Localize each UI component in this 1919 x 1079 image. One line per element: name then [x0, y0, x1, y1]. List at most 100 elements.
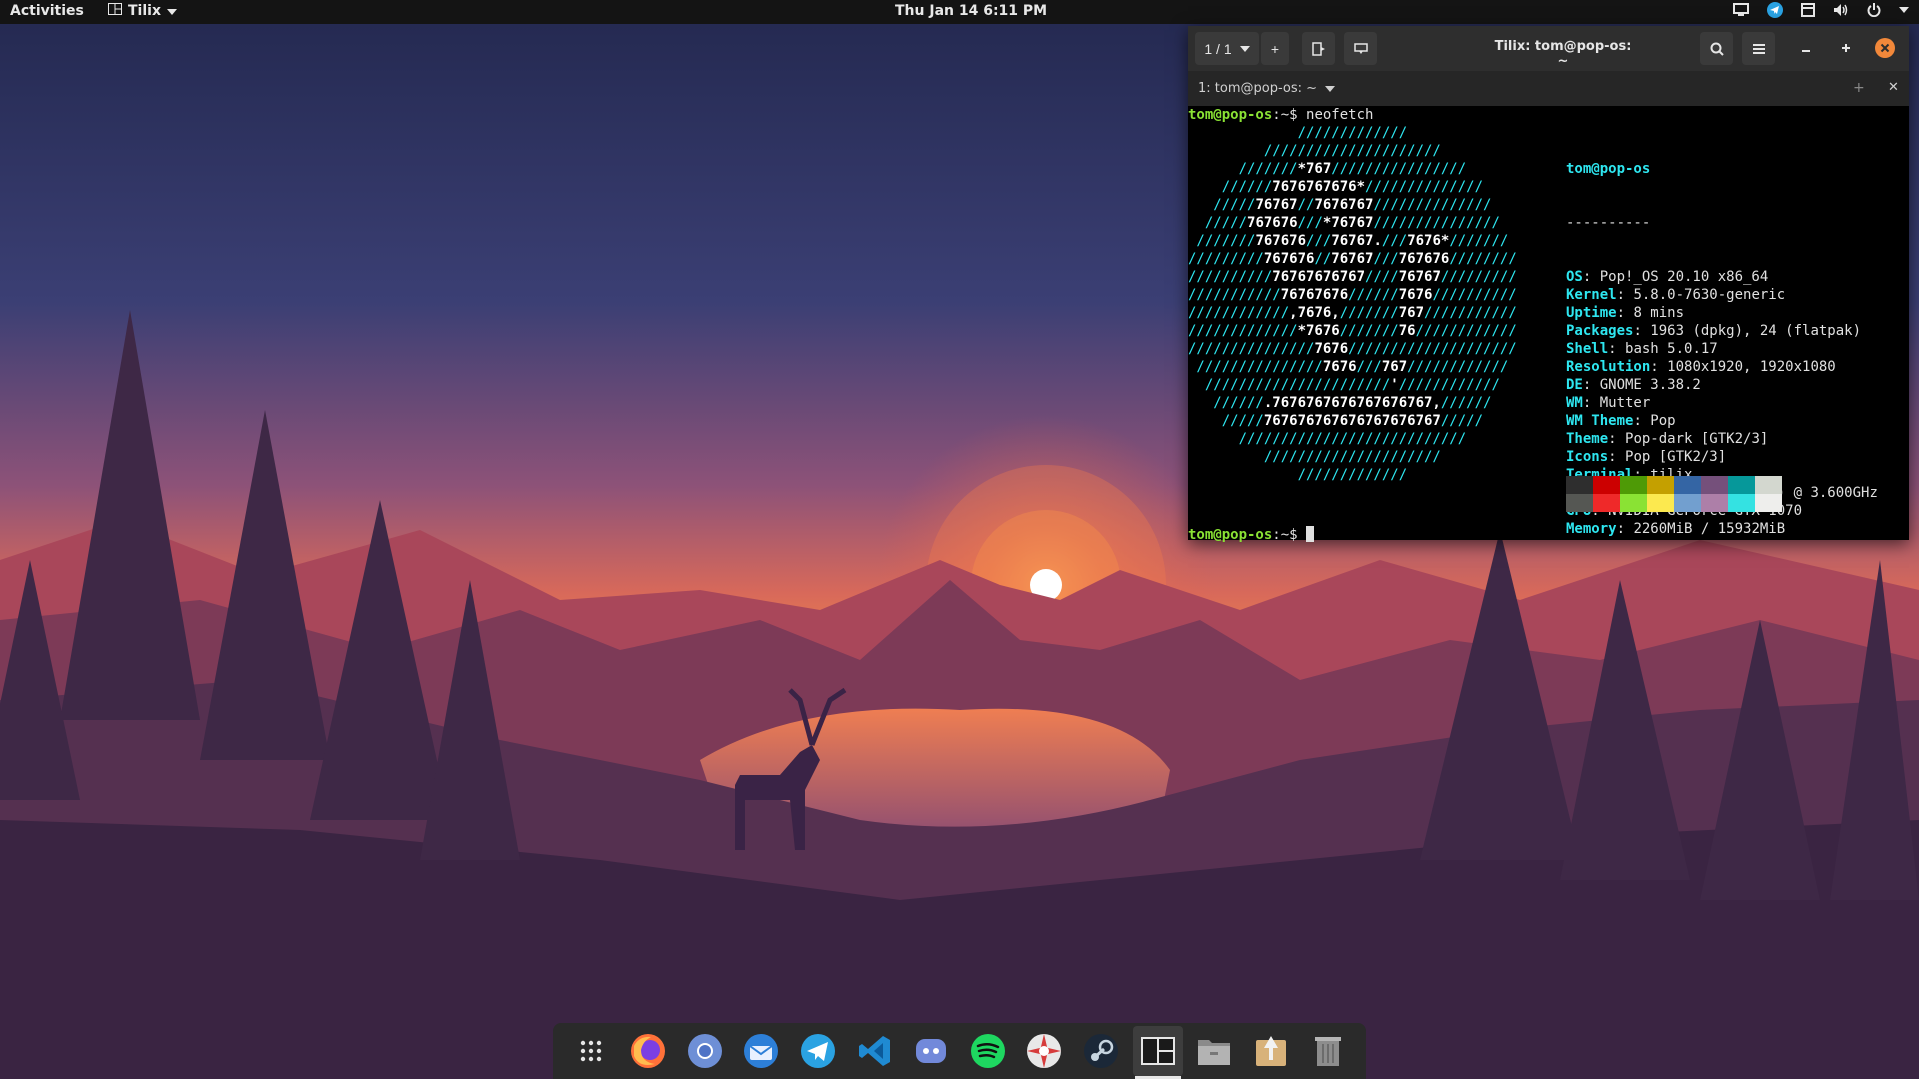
- info-key: Shell: [1566, 341, 1609, 357]
- search-button[interactable]: [1700, 32, 1733, 65]
- logo-line: ///////////76767676//////7676//////////: [1188, 287, 1517, 303]
- info-line: Kernel: 5.8.0-7630-generic: [1566, 287, 1786, 303]
- split-down-button[interactable]: [1344, 32, 1377, 65]
- dock-item-installer[interactable]: [1246, 1026, 1296, 1076]
- activities-button[interactable]: Activities: [10, 3, 84, 19]
- dock-item-thunderbird[interactable]: [736, 1026, 786, 1076]
- discord-icon: [912, 1032, 950, 1070]
- app-menu[interactable]: Tilix: [108, 3, 177, 19]
- info-key: Kernel: [1566, 287, 1617, 303]
- info-line: Packages: 1963 (dpkg), 24 (flatpak): [1566, 323, 1862, 339]
- info-value: GNOME 3.38.2: [1599, 377, 1701, 393]
- telegram-icon: [799, 1032, 837, 1070]
- window-title: Tilix: tom@pop-os: ~: [1494, 39, 1632, 69]
- minimize-button[interactable]: [1797, 39, 1815, 62]
- dock-item-tilix[interactable]: [1132, 1026, 1183, 1079]
- search-icon: [1710, 42, 1724, 56]
- info-value: bash 5.0.17: [1625, 341, 1718, 357]
- volume-icon[interactable]: [1833, 3, 1849, 17]
- logo-line: /////////////: [1188, 125, 1408, 141]
- chevron-down-icon[interactable]: [1899, 7, 1909, 13]
- dock-item-files[interactable]: [1189, 1026, 1239, 1076]
- logo-line: /////76767//7676767//////////////: [1188, 197, 1492, 213]
- prompt-separator: :~$: [1272, 107, 1298, 123]
- info-value: Pop: [1650, 413, 1676, 429]
- palette-swatch: [1620, 476, 1647, 494]
- logo-line: /////////////: [1188, 467, 1408, 483]
- dock-item-vscode[interactable]: [850, 1026, 900, 1076]
- logo-line: ///////////////7676///767////////////: [1188, 359, 1509, 375]
- info-line: Uptime: 8 mins: [1566, 305, 1685, 321]
- dock-item-chromium[interactable]: [680, 1026, 730, 1076]
- info-key: Resolution: [1566, 359, 1651, 375]
- split-right-button[interactable]: [1302, 32, 1335, 65]
- menu-button[interactable]: [1742, 32, 1775, 65]
- dock-item-lutris[interactable]: [1019, 1026, 1069, 1076]
- split-right-icon: [1311, 41, 1325, 56]
- info-key: Uptime: [1566, 305, 1617, 321]
- close-terminal-icon[interactable]: ✕: [1888, 80, 1899, 95]
- thunderbird-icon: [742, 1032, 780, 1070]
- maximize-terminal-icon[interactable]: +: [1853, 80, 1865, 96]
- tilix-icon: [1140, 1037, 1175, 1065]
- terminal-tab[interactable]: 1: tom@pop-os: ~: [1198, 81, 1336, 96]
- installer-icon: [1252, 1032, 1290, 1070]
- palette-swatch: [1755, 494, 1782, 512]
- add-session-button[interactable]: +: [1261, 32, 1289, 65]
- minimize-icon: [1802, 50, 1810, 52]
- logo-line: /////767676///*76767///////////////: [1188, 215, 1500, 231]
- split-down-icon: [1353, 42, 1368, 54]
- command-line: tom@pop-os:~$ neofetch: [1188, 106, 1373, 124]
- session-switcher[interactable]: 1 / 1: [1195, 32, 1259, 65]
- palette-swatch: [1755, 476, 1782, 494]
- logo-line: ///////*767////////////////: [1188, 161, 1467, 177]
- info-line: WM: Mutter: [1566, 395, 1651, 411]
- steam-icon: [1082, 1032, 1120, 1070]
- palette-swatch: [1647, 494, 1674, 512]
- screen-icon[interactable]: [1733, 3, 1749, 17]
- close-button[interactable]: [1875, 38, 1895, 63]
- logo-line: //////////76767676767////76767/////////: [1188, 269, 1517, 285]
- maximize-button[interactable]: [1837, 39, 1855, 62]
- telegram-icon[interactable]: [1767, 2, 1783, 18]
- text-cursor: [1306, 526, 1315, 542]
- palette-swatch: [1647, 476, 1674, 494]
- dock-item-firefox[interactable]: [623, 1026, 673, 1076]
- info-rule: ----------: [1566, 215, 1651, 231]
- chromium-icon: [686, 1032, 724, 1070]
- clock[interactable]: Thu Jan 14 6:11 PM: [895, 3, 1047, 19]
- palette-swatch: [1728, 476, 1755, 494]
- prompt-line: tom@pop-os:~$: [1188, 526, 1315, 544]
- dock-item-app-grid[interactable]: [566, 1026, 616, 1076]
- info-line: Memory: 2260MiB / 15932MiB: [1566, 521, 1786, 537]
- palette-swatch: [1566, 494, 1593, 512]
- terminal-output[interactable]: tom@pop-os:~$ neofetch ///////////// ///…: [1188, 106, 1909, 543]
- info-value: 8 mins: [1633, 305, 1685, 321]
- palette-swatch: [1701, 494, 1728, 512]
- firefox-icon: [629, 1032, 667, 1070]
- dock-item-telegram[interactable]: [793, 1026, 843, 1076]
- palette-swatch: [1674, 494, 1701, 512]
- dock-item-trash[interactable]: [1303, 1026, 1353, 1076]
- dock: [553, 1023, 1366, 1079]
- dock-item-discord[interactable]: [906, 1026, 956, 1076]
- dock-item-spotify[interactable]: [963, 1026, 1013, 1076]
- lutris-icon: [1025, 1032, 1063, 1070]
- terminal-tab-bar: 1: tom@pop-os: ~ + ✕: [1188, 71, 1909, 106]
- tilix-window[interactable]: 1 / 1 + Tilix: tom@pop-os: ~ 1: tom@pop-…: [1188, 26, 1909, 543]
- notes-icon[interactable]: [1801, 3, 1815, 17]
- chevron-down-icon[interactable]: [1325, 85, 1336, 92]
- palette-swatch: [1566, 476, 1593, 494]
- info-key: Packages: [1566, 323, 1634, 339]
- dock-item-steam[interactable]: [1076, 1026, 1126, 1076]
- info-line: DE: GNOME 3.38.2: [1566, 377, 1701, 393]
- power-icon[interactable]: [1867, 3, 1881, 17]
- info-value: 5.8.0-7630-generic: [1633, 287, 1786, 303]
- color-palette: [1566, 476, 1782, 512]
- logo-line: ///////////////////////////: [1188, 431, 1467, 447]
- info-line: Icons: Pop [GTK2/3]: [1566, 449, 1727, 465]
- info-key: Icons: [1566, 449, 1609, 465]
- window-header[interactable]: 1 / 1 + Tilix: tom@pop-os: ~: [1188, 26, 1909, 71]
- info-key: OS: [1566, 269, 1583, 285]
- palette-swatch: [1593, 494, 1620, 512]
